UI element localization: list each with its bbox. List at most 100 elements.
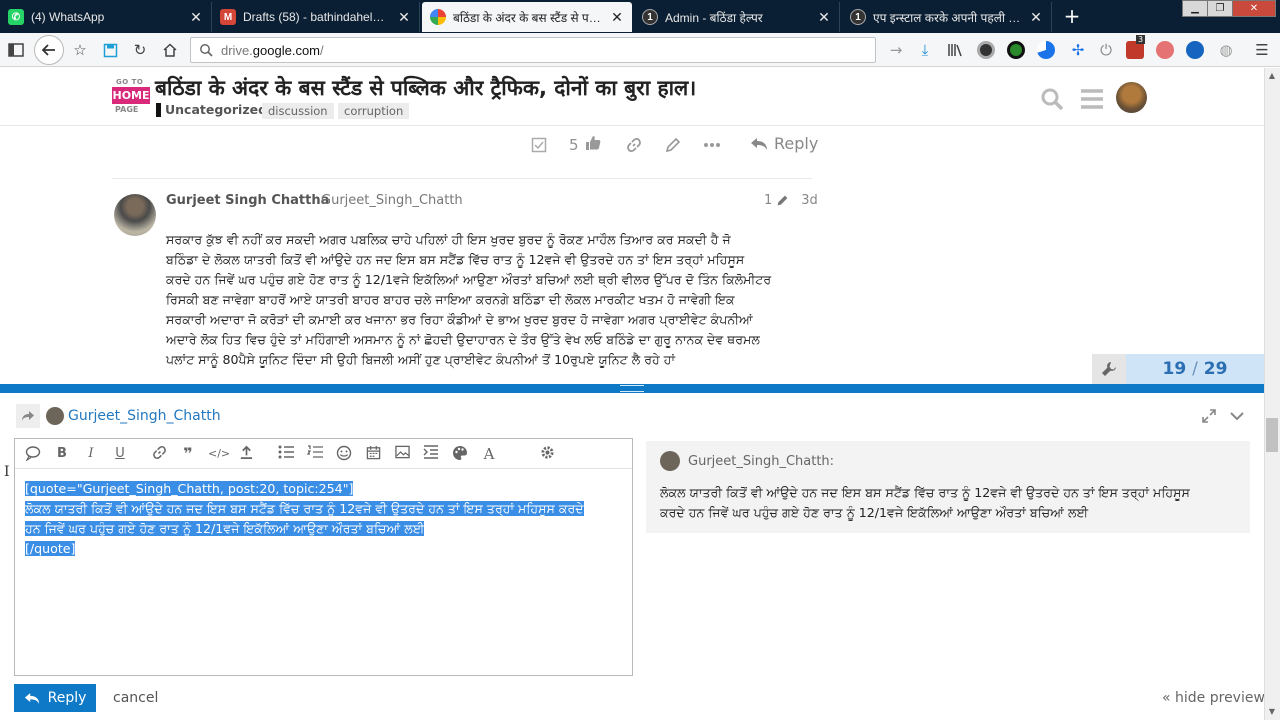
quote-preview: Gurjeet_Singh_Chatth: ਲੋਕਲ ਯਾਤਰੀ ਕਿਤੋਂ ਵ… <box>646 441 1250 533</box>
image-icon[interactable] <box>393 445 411 463</box>
post-progress-counter[interactable]: 19 / 29 <box>1126 354 1264 384</box>
reply-to-post-button[interactable]: Reply <box>750 134 818 153</box>
reload-icon[interactable]: ↻ <box>128 38 152 62</box>
extension-icon[interactable] <box>977 41 995 59</box>
extension-icon[interactable]: 3 <box>1126 35 1146 59</box>
extension-icon[interactable] <box>1007 41 1025 59</box>
editor-line: ਹਨ ਜਿਵੇਂ ਘਰ ਪਹੁੰਚ ਗਏ ਹੋਣ ਰਾਤ ਨੂੰ 12/1ਵਜੇ… <box>25 521 425 536</box>
composer-grip-handle[interactable] <box>620 385 644 392</box>
sidebar-toggle-icon[interactable] <box>4 38 28 62</box>
emoji-icon[interactable] <box>335 445 353 463</box>
url-suffix: / <box>320 42 324 58</box>
submit-reply-button[interactable]: Reply <box>14 684 96 712</box>
post-author-username[interactable]: Gurjeet_Singh_Chatth <box>321 193 463 208</box>
extension-icon[interactable] <box>1037 41 1055 59</box>
italic-icon[interactable]: I <box>82 445 100 463</box>
tab-admin[interactable]: 1 Admin - बठिंडा हेल्पर ✕ <box>634 2 840 32</box>
category-badge[interactable]: Uncategorized <box>156 102 267 117</box>
reply-to-username[interactable]: Gurjeet_Singh_Chatth <box>68 408 221 424</box>
numbered-list-icon[interactable] <box>306 445 324 463</box>
go-arrow-icon[interactable]: → <box>884 38 908 62</box>
post-author-fullname[interactable]: Gurjeet Singh Chattha <box>166 193 329 208</box>
topic-title[interactable]: बठिंडा के अंदर के बस स्टैंड से पब्लिक और… <box>155 74 696 102</box>
link-icon[interactable] <box>626 132 642 158</box>
close-tab-icon[interactable]: ✕ <box>189 9 203 26</box>
power-icon[interactable]: ⏻ <box>1094 38 1118 62</box>
underline-icon[interactable]: U <box>111 445 129 463</box>
tab-whatsapp[interactable]: ✆ (4) WhatsApp ✕ <box>0 2 212 32</box>
bold-icon[interactable]: B <box>53 445 71 463</box>
toggle-preview-bubble-icon[interactable] <box>24 445 42 463</box>
share-arrow-icon[interactable] <box>16 404 40 428</box>
wrench-icon <box>1102 362 1116 376</box>
post-line: ਪਲਾਂਟ ਸਾਨੂੰ 80ਪੈਸੇ ਯੂਨਿਟ ਦਿੰਦਾ ਸੀ ਉਹੀ ਬਿ… <box>166 352 676 367</box>
like-button[interactable]: 5 <box>569 132 601 158</box>
hyperlink-icon[interactable] <box>150 445 168 463</box>
scrollbar-thumb[interactable] <box>1266 418 1278 452</box>
tag-discussion[interactable]: discussion <box>262 103 334 119</box>
close-tab-icon[interactable]: ✕ <box>397 9 411 26</box>
new-tab-button[interactable]: + <box>1060 4 1084 28</box>
collapse-chevron-icon[interactable] <box>1229 408 1245 424</box>
tab-topic-active[interactable]: बठिंडा के अंदर के बस स्टैंड से पब्लिक ✕ <box>422 2 632 32</box>
minimize-button[interactable]: ▁ <box>1182 0 1208 17</box>
code-icon[interactable]: </> <box>208 445 230 463</box>
hamburger-menu-icon[interactable] <box>1079 86 1105 112</box>
cancel-link[interactable]: cancel <box>113 690 158 706</box>
browser-tab-strip: ✆ (4) WhatsApp ✕ M Drafts (58) - bathind… <box>0 0 1280 33</box>
page-scrollbar[interactable] <box>1264 68 1280 720</box>
admin-wrench-button[interactable] <box>1092 354 1126 384</box>
extension-icon[interactable]: ◍ <box>1214 38 1238 62</box>
composer-editor[interactable]: B I U ❞ </> A [quote="Gurjeet_Singh_Chat… <box>14 438 633 676</box>
back-button[interactable] <box>34 35 64 65</box>
current-post-number: 19 <box>1162 359 1187 379</box>
upload-icon[interactable] <box>237 445 255 463</box>
browser-nav-bar: ☆ ↻ drive. google.com / → ⤓ ✢ ⏻ 3 ◍ ☰ <box>0 33 1280 67</box>
tag-corruption[interactable]: corruption <box>338 103 410 119</box>
like-count: 5 <box>569 136 579 154</box>
post-age[interactable]: 3d <box>801 193 818 208</box>
extension-icon[interactable]: ✢ <box>1066 38 1090 62</box>
library-icon[interactable] <box>943 38 967 62</box>
save-page-icon[interactable] <box>98 38 122 62</box>
close-window-button[interactable]: ✕ <box>1232 0 1276 17</box>
extension-icon[interactable] <box>1186 41 1204 59</box>
font-icon[interactable]: A <box>480 445 498 463</box>
blockquote-icon[interactable]: ❞ <box>179 445 197 463</box>
edit-count[interactable]: 1 <box>764 193 772 208</box>
current-user-avatar[interactable] <box>1116 82 1147 113</box>
editor-content[interactable]: [quote="Gurjeet_Singh_Chatth, post:20, t… <box>25 479 625 559</box>
tab-gmail-drafts[interactable]: M Drafts (58) - bathindahelper@gmail.com… <box>212 2 420 32</box>
hide-preview-link[interactable]: « hide preview <box>1162 690 1265 706</box>
scroll-down-arrow-icon[interactable]: ▼ <box>1266 706 1278 718</box>
expand-fullscreen-icon[interactable] <box>1201 408 1217 424</box>
bullet-list-icon[interactable] <box>277 445 295 463</box>
url-bar[interactable]: drive. google.com / <box>190 37 876 63</box>
quote-username[interactable]: Gurjeet_Singh_Chatth: <box>688 454 834 469</box>
reply-arrow-icon <box>751 137 767 150</box>
close-tab-icon[interactable]: ✕ <box>610 9 624 26</box>
gear-icon[interactable] <box>538 445 556 463</box>
close-tab-icon[interactable]: ✕ <box>817 9 831 26</box>
tab-app-install[interactable]: 1 एप इन्स्टाल करके अपनी पहली पोस्ट ✕ <box>842 2 1052 32</box>
menu-icon[interactable]: ☰ <box>1250 38 1274 62</box>
edit-pencil-icon[interactable] <box>665 132 681 158</box>
reply-button-label: Reply <box>47 690 87 706</box>
close-tab-icon[interactable]: ✕ <box>1029 9 1043 26</box>
bookmark-icon[interactable] <box>531 132 547 158</box>
maximize-button[interactable]: ❐ <box>1207 0 1233 17</box>
bookmark-star-icon[interactable]: ☆ <box>68 38 92 62</box>
color-palette-icon[interactable] <box>451 445 469 463</box>
edit-history-icon[interactable] <box>776 194 789 207</box>
quote-user-avatar <box>660 451 680 471</box>
post-author-avatar[interactable] <box>114 194 156 236</box>
calendar-icon[interactable] <box>364 445 382 463</box>
more-options-icon[interactable] <box>704 132 720 158</box>
indent-icon[interactable] <box>422 445 440 463</box>
site-logo[interactable]: GO TO HOME PAGE <box>112 78 150 116</box>
extension-icon[interactable] <box>1156 41 1174 59</box>
scroll-up-arrow-icon[interactable]: ▲ <box>1266 70 1278 82</box>
home-icon[interactable] <box>158 38 182 62</box>
download-icon[interactable]: ⤓ <box>913 38 937 62</box>
search-icon[interactable] <box>1039 86 1065 112</box>
